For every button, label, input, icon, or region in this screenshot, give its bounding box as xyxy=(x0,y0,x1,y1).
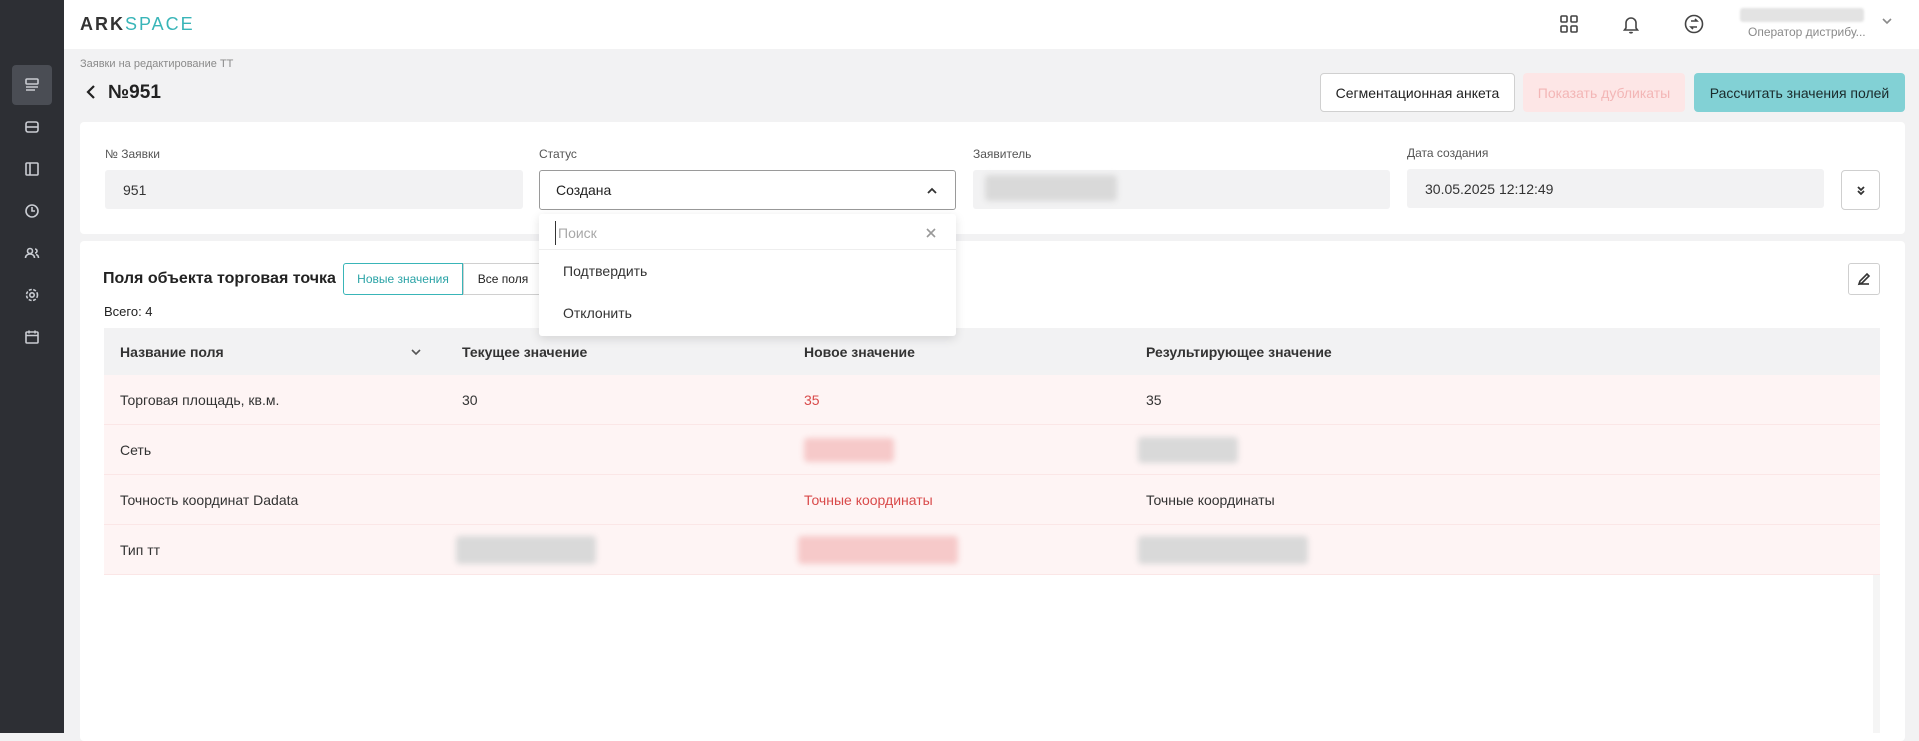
cell-field-name: Тип тт xyxy=(120,542,161,558)
cell-result-redacted xyxy=(1138,536,1308,564)
sync-icon xyxy=(1684,14,1704,34)
bell-icon xyxy=(1622,17,1640,34)
cell-result: 35 xyxy=(1146,392,1162,408)
created-date-field: 30.05.2025 12:12:49 xyxy=(1407,169,1824,208)
sidebar xyxy=(0,0,64,733)
show-duplicates-button[interactable]: Показать дубликаты xyxy=(1523,73,1685,112)
fields-table: Название поля Текущее значение Новое зна… xyxy=(104,328,1880,575)
sidebar-item-layout[interactable] xyxy=(12,149,52,189)
calendar-icon xyxy=(25,330,39,344)
scrollbar-track[interactable] xyxy=(1873,575,1880,733)
user-menu[interactable]: Оператор дистрибу... xyxy=(1740,8,1866,42)
segmentation-form-button[interactable]: Сегментационная анкета xyxy=(1320,73,1515,112)
list-icon xyxy=(25,78,39,91)
total-count: Всего: 4 xyxy=(104,304,153,319)
cell-result: Точные координаты xyxy=(1146,492,1275,508)
column-header-result: Результирующее значение xyxy=(1146,344,1332,360)
column-header-new: Новое значение xyxy=(804,344,915,360)
tab-new-values[interactable]: Новые значения xyxy=(343,263,463,295)
section-title: Поля объекта торговая точка xyxy=(103,270,336,287)
chevron-up-icon xyxy=(925,184,939,198)
user-menu-toggle[interactable] xyxy=(1880,14,1898,32)
sidebar-item-requests[interactable] xyxy=(12,65,52,105)
clock-icon xyxy=(25,204,39,218)
table-row[interactable]: Торговая площадь, кв.м. 30 35 35 xyxy=(104,375,1880,425)
user-role: Оператор дистрибу... xyxy=(1748,25,1866,39)
created-date-label: Дата создания xyxy=(1407,146,1489,160)
page-title: №951 xyxy=(108,82,161,103)
applicant-label: Заявитель xyxy=(973,147,1032,161)
notifications-button[interactable] xyxy=(1619,12,1643,36)
chevron-left-icon xyxy=(86,85,95,99)
dropdown-option-confirm[interactable]: Подтвердить xyxy=(563,263,647,279)
column-header-current: Текущее значение xyxy=(462,344,588,360)
edit-button[interactable] xyxy=(1848,263,1880,295)
layout-icon xyxy=(25,162,39,176)
table-row[interactable]: Сеть xyxy=(104,425,1880,475)
close-icon[interactable] xyxy=(926,225,938,238)
sync-button[interactable] xyxy=(1682,12,1706,36)
apps-grid-button[interactable] xyxy=(1557,12,1581,36)
status-dropdown: Подтвердить Отклонить xyxy=(539,214,956,336)
cell-new-redacted xyxy=(804,438,894,462)
applicant-value-redacted xyxy=(985,175,1117,201)
cell-new-redacted xyxy=(798,536,958,564)
request-number-value: 951 xyxy=(123,181,147,198)
created-date-value: 30.05.2025 12:12:49 xyxy=(1425,180,1554,197)
database-icon xyxy=(25,121,39,133)
back-button[interactable] xyxy=(84,84,100,102)
expand-details-button[interactable] xyxy=(1841,170,1880,210)
table-row[interactable]: Тип тт xyxy=(104,525,1880,575)
chevron-down-icon xyxy=(1882,18,1892,25)
cell-field-name: Точность координат Dadata xyxy=(120,492,299,508)
breadcrumb[interactable]: Заявки на редактирование ТТ xyxy=(80,58,233,70)
sidebar-item-calendar[interactable] xyxy=(12,317,52,357)
cell-field-name: Сеть xyxy=(120,442,152,458)
request-number-label: № Заявки xyxy=(105,147,160,161)
logo-part-space: SPACE xyxy=(125,14,195,34)
table-header: Название поля Текущее значение Новое зна… xyxy=(104,328,1880,375)
dropdown-option-reject[interactable]: Отклонить xyxy=(563,305,632,321)
status-label: Статус xyxy=(539,147,577,161)
pencil-icon xyxy=(1857,272,1871,286)
request-number-field: 951 xyxy=(105,170,523,209)
cell-field-name: Торговая площадь, кв.м. xyxy=(120,392,280,408)
logo-part-ark: ARK xyxy=(80,14,125,34)
calculate-fields-button[interactable]: Рассчитать значения полей xyxy=(1694,73,1905,112)
sidebar-item-users[interactable] xyxy=(12,233,52,273)
dropdown-search xyxy=(539,214,956,250)
gear-icon xyxy=(25,288,39,302)
cell-current: 30 xyxy=(462,392,478,408)
column-filter-toggle[interactable] xyxy=(409,345,423,359)
logo[interactable]: ARKSPACE xyxy=(80,14,195,35)
tab-all-fields[interactable]: Все поля xyxy=(463,263,543,295)
cell-result-redacted xyxy=(1138,437,1238,463)
sidebar-item-settings[interactable] xyxy=(12,275,52,315)
sidebar-item-history[interactable] xyxy=(12,191,52,231)
dropdown-search-input[interactable] xyxy=(555,221,920,245)
user-name-redacted xyxy=(1740,8,1864,22)
sidebar-item-database[interactable] xyxy=(12,107,52,147)
status-select[interactable]: Создана xyxy=(539,170,956,210)
double-chevron-down-icon xyxy=(1856,186,1865,196)
grid-icon xyxy=(1560,15,1578,33)
users-icon xyxy=(24,247,40,259)
status-value: Создана xyxy=(556,182,612,198)
cell-new: Точные координаты xyxy=(804,492,933,508)
table-row[interactable]: Точность координат Dadata Точные координ… xyxy=(104,475,1880,525)
column-header-field-name[interactable]: Название поля xyxy=(120,344,224,360)
cell-new: 35 xyxy=(804,392,820,408)
chevron-down-icon xyxy=(411,349,421,356)
cell-current-redacted xyxy=(456,536,596,564)
